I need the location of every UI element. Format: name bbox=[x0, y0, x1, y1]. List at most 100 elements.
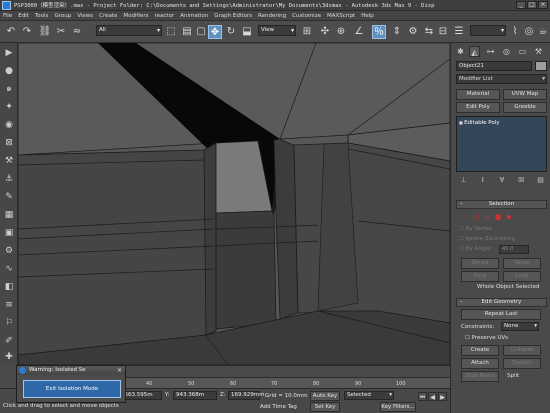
named-selection-sets-dropdown[interactable] bbox=[470, 25, 506, 36]
manipulate-icon[interactable]: ✣ bbox=[318, 25, 332, 39]
menu-tools[interactable]: Tools bbox=[35, 13, 49, 19]
pivot-icon[interactable]: ⊞ bbox=[300, 25, 314, 39]
previous-frame-icon[interactable]: ◀ bbox=[428, 392, 437, 401]
maximize-button[interactable]: □ bbox=[527, 1, 537, 9]
edge-icon[interactable]: ◁ bbox=[472, 213, 480, 221]
sphere-icon[interactable]: ● bbox=[3, 65, 15, 77]
rotate-icon[interactable]: ↻ bbox=[224, 25, 238, 39]
material-button[interactable]: Material bbox=[456, 89, 500, 100]
repeat-last-button[interactable]: Repeat Last bbox=[461, 309, 541, 320]
wrench-icon[interactable]: ⚒ bbox=[3, 155, 15, 167]
redo-icon[interactable]: ↷ bbox=[20, 25, 34, 39]
edit-geometry-rollout[interactable]: Edit Geometry bbox=[456, 298, 547, 307]
object-color-swatch[interactable] bbox=[535, 61, 547, 71]
cube-icon[interactable]: ▣ bbox=[3, 227, 15, 239]
menu-graph-editors[interactable]: Graph Editors bbox=[214, 13, 252, 19]
ignore-backfacing-checkbox[interactable]: Ignore Backfacing bbox=[459, 236, 515, 242]
material-editor-icon[interactable]: ◎ bbox=[522, 25, 536, 39]
ring-button[interactable]: Ring bbox=[461, 271, 499, 282]
menu-help[interactable]: Help bbox=[361, 13, 374, 19]
create-tab-icon[interactable]: ✱ bbox=[455, 46, 466, 57]
menu-maxscript[interactable]: MAXScript bbox=[327, 13, 355, 19]
stack-item-editable-poly[interactable]: Editable Poly bbox=[459, 120, 499, 126]
percent-snap-icon[interactable]: ％ bbox=[372, 25, 386, 39]
select-by-name-icon[interactable]: ▤ bbox=[180, 25, 194, 39]
grid-icon[interactable]: ▦ bbox=[3, 209, 15, 221]
configure-modifier-sets-icon[interactable]: ▤ bbox=[536, 176, 545, 185]
z-coordinate-field[interactable]: 169.929mm bbox=[228, 391, 264, 400]
close-icon[interactable]: × bbox=[116, 367, 123, 374]
plus-icon[interactable]: ✚ bbox=[3, 351, 15, 363]
unlink-icon[interactable]: ✂ bbox=[54, 25, 68, 39]
mirror-icon[interactable]: ⇆ bbox=[422, 25, 436, 39]
collapse-button[interactable]: Collapse bbox=[503, 345, 541, 356]
remove-modifier-icon[interactable]: ☒ bbox=[517, 176, 526, 185]
y-coordinate-field[interactable]: 943.368m bbox=[173, 391, 217, 400]
exit-isolation-mode-button[interactable]: Exit Isolation Mode bbox=[23, 380, 121, 398]
menu-reactor[interactable]: reactor bbox=[155, 13, 175, 19]
minimize-button[interactable]: _ bbox=[516, 1, 526, 9]
box-icon[interactable]: ◧ bbox=[3, 281, 15, 293]
menu-file[interactable]: File bbox=[3, 13, 12, 19]
angle-snap-icon[interactable]: ∠ bbox=[352, 25, 366, 39]
named-selection-icon[interactable]: ⚙ bbox=[406, 25, 420, 39]
add-time-tag-button[interactable]: Add Time Tag bbox=[260, 404, 297, 410]
set-key-button[interactable]: Set Key bbox=[310, 402, 340, 412]
split-checkbox[interactable]: Split bbox=[507, 373, 519, 379]
scale-icon[interactable]: ⬓ bbox=[240, 25, 254, 39]
curve-icon[interactable]: ∿ bbox=[3, 263, 15, 275]
play-icon[interactable]: ▶ bbox=[438, 392, 447, 401]
modifier-stack[interactable]: Editable Poly bbox=[456, 116, 547, 172]
slice-plane-button[interactable]: Slice Plane bbox=[461, 371, 499, 382]
hammer-icon[interactable]: ⚓ bbox=[3, 173, 15, 185]
menu-modifiers[interactable]: Modifiers bbox=[123, 13, 148, 19]
curve-editor-icon[interactable]: ⌇ bbox=[508, 25, 522, 39]
selection-filter-dropdown[interactable]: All bbox=[96, 25, 162, 36]
detach-button[interactable]: Detach bbox=[503, 358, 541, 369]
utilities-tab-icon[interactable]: ⚒ bbox=[533, 46, 544, 57]
make-unique-icon[interactable]: ∀ bbox=[498, 176, 507, 185]
hierarchy-tab-icon[interactable]: ⊶ bbox=[485, 46, 496, 57]
menu-rendering[interactable]: Rendering bbox=[258, 13, 286, 19]
menu-animation[interactable]: Animation bbox=[180, 13, 208, 19]
menu-views[interactable]: Views bbox=[77, 13, 93, 19]
show-end-result-icon[interactable]: Ⅰ bbox=[478, 176, 487, 185]
align-icon[interactable]: ⊟ bbox=[436, 25, 450, 39]
brush-icon[interactable]: ✐ bbox=[3, 335, 15, 347]
spiral-icon[interactable]: ๑ bbox=[3, 83, 15, 95]
move-icon[interactable]: ✥ bbox=[208, 25, 222, 39]
motion-tab-icon[interactable]: ◎ bbox=[501, 46, 512, 57]
modify-tab-icon[interactable]: ◭ bbox=[469, 46, 480, 57]
menu-create[interactable]: Create bbox=[99, 13, 117, 19]
spinner-snap-icon[interactable]: ⇕ bbox=[390, 25, 404, 39]
greeble-button[interactable]: Greeble bbox=[503, 102, 547, 113]
helper-icon[interactable]: ⊠ bbox=[3, 137, 15, 149]
create-button[interactable]: Create bbox=[461, 345, 499, 356]
region-icon[interactable]: ▢ bbox=[194, 25, 208, 39]
menu-group[interactable]: Group bbox=[54, 13, 71, 19]
loop-button[interactable]: Loop bbox=[503, 271, 541, 282]
layer-icon[interactable]: ☰ bbox=[452, 25, 466, 39]
shrink-button[interactable]: Shrink bbox=[461, 258, 499, 269]
gear-icon[interactable]: ⚙ bbox=[3, 245, 15, 257]
key-mode-dropdown[interactable]: Selected bbox=[344, 391, 394, 400]
border-icon[interactable]: ⌂ bbox=[483, 213, 491, 221]
pin-stack-icon[interactable]: ⊥ bbox=[459, 176, 468, 185]
constraints-dropdown[interactable]: None bbox=[501, 322, 539, 331]
link-icon[interactable]: ⛓ bbox=[38, 25, 52, 39]
close-button[interactable]: × bbox=[538, 1, 548, 9]
edit-poly-button[interactable]: Edit Poly bbox=[456, 102, 500, 113]
modifier-list-dropdown[interactable]: Modifier List bbox=[456, 74, 547, 84]
undo-icon[interactable]: ↶ bbox=[4, 25, 18, 39]
key-filters-button[interactable]: Key Filters... bbox=[380, 402, 416, 412]
auto-key-button[interactable]: Auto Key bbox=[310, 391, 340, 401]
vertex-icon[interactable]: ⁙ bbox=[461, 213, 469, 221]
display-tab-icon[interactable]: ▭ bbox=[517, 46, 528, 57]
create-icon[interactable]: ▶ bbox=[3, 47, 15, 59]
by-vertex-checkbox[interactable]: By Vertex bbox=[459, 226, 492, 232]
angle-field[interactable]: 45.0 bbox=[499, 245, 529, 254]
bind-icon[interactable]: ≈ bbox=[70, 25, 84, 39]
menu-customize[interactable]: Customize bbox=[292, 13, 321, 19]
snap-icon[interactable]: ⊕ bbox=[334, 25, 348, 39]
go-to-start-icon[interactable]: ⏮ bbox=[418, 392, 427, 401]
